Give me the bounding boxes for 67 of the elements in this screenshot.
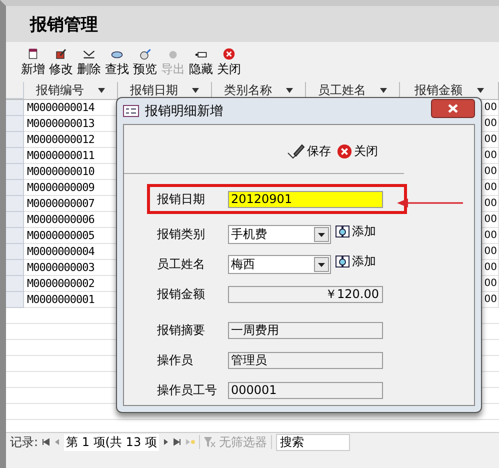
last-record-icon[interactable] (172, 438, 181, 446)
row-selector[interactable] (6, 228, 24, 244)
close-icon (337, 144, 352, 158)
dialog-action-button[interactable]: 保存 (287, 141, 331, 161)
close-icon (448, 104, 458, 112)
toolbar-button[interactable]: 查找 (104, 48, 130, 78)
input-field[interactable]: 一周费用 (228, 322, 383, 338)
dialog-title: 报销明细新增 (145, 103, 223, 120)
toolbar-button[interactable]: 删除 (76, 48, 102, 78)
row-selector[interactable] (6, 244, 24, 260)
dropdown-field[interactable]: 手机费 (228, 224, 331, 244)
row-selector[interactable] (6, 116, 24, 132)
field-label: 操作员 (157, 352, 194, 368)
row-selector[interactable] (6, 164, 24, 180)
first-record-icon[interactable] (42, 438, 50, 446)
field-label: 报销金额 (157, 286, 206, 302)
column-header[interactable]: 报销编号 (24, 82, 118, 99)
field-label: 报销摘要 (157, 322, 206, 338)
row-selector[interactable] (6, 148, 24, 164)
row-selector[interactable] (6, 212, 24, 228)
app-title: 报销管理 (30, 14, 98, 36)
input-field[interactable]: 20120901 (228, 190, 383, 208)
next-record-icon[interactable] (162, 438, 169, 446)
dropdown-arrow-icon (192, 88, 199, 93)
toolbar-button[interactable]: 新增 (20, 48, 46, 78)
record-position-field[interactable]: 第 1 项(共 13 项 (64, 434, 159, 450)
pointer-arrow (397, 198, 463, 208)
field-label: 员工姓名 (157, 256, 206, 272)
toolbar-button[interactable]: 预览 (132, 48, 158, 78)
row-selector[interactable] (6, 276, 24, 292)
input-field[interactable]: 000001 (228, 382, 383, 398)
previous-record-icon[interactable] (54, 438, 60, 446)
row-selector[interactable] (6, 132, 24, 148)
close-button[interactable] (431, 98, 475, 118)
row-selector[interactable] (6, 180, 24, 196)
book-icon (335, 254, 350, 268)
toolbar-button[interactable]: 修改 (48, 48, 74, 78)
add-button[interactable]: 添加 (331, 252, 376, 270)
dropdown-field[interactable]: 梅西 (228, 254, 331, 274)
row-selector[interactable] (6, 100, 24, 116)
field-label: 报销类别 (157, 226, 206, 242)
search-field[interactable]: 搜索 (276, 434, 350, 450)
magnifier-icon (137, 48, 153, 60)
row-selector[interactable] (6, 196, 24, 212)
book-icon (335, 224, 350, 238)
toolbar-button[interactable]: 关闭 (216, 48, 242, 78)
pencil-icon (53, 48, 69, 60)
dropdown-arrow-icon (380, 88, 387, 93)
form-icon (123, 105, 139, 117)
new-record-icon[interactable] (184, 438, 195, 446)
dialog-action-button[interactable]: 关闭 (337, 141, 378, 161)
row-selector[interactable] (6, 260, 24, 276)
close-icon (221, 48, 237, 60)
add-button[interactable]: 添加 (331, 222, 376, 240)
select-all-corner[interactable] (6, 82, 24, 99)
row-selector[interactable] (6, 292, 24, 308)
dropdown-arrow-icon (476, 88, 484, 93)
funnel-icon (204, 436, 216, 448)
toolbar-button[interactable]: 隐藏 (188, 48, 214, 78)
record-label: 记录: (10, 434, 38, 450)
dropdown-arrow-icon (98, 88, 105, 93)
field-label: 报销日期 (157, 190, 206, 208)
dropdown-arrow-icon (286, 88, 293, 93)
field-label: 操作员工号 (157, 382, 218, 398)
input-field[interactable]: 管理员 (228, 352, 383, 368)
amount-field[interactable]: ￥120.00 (228, 286, 383, 302)
pen-icon (287, 143, 305, 159)
